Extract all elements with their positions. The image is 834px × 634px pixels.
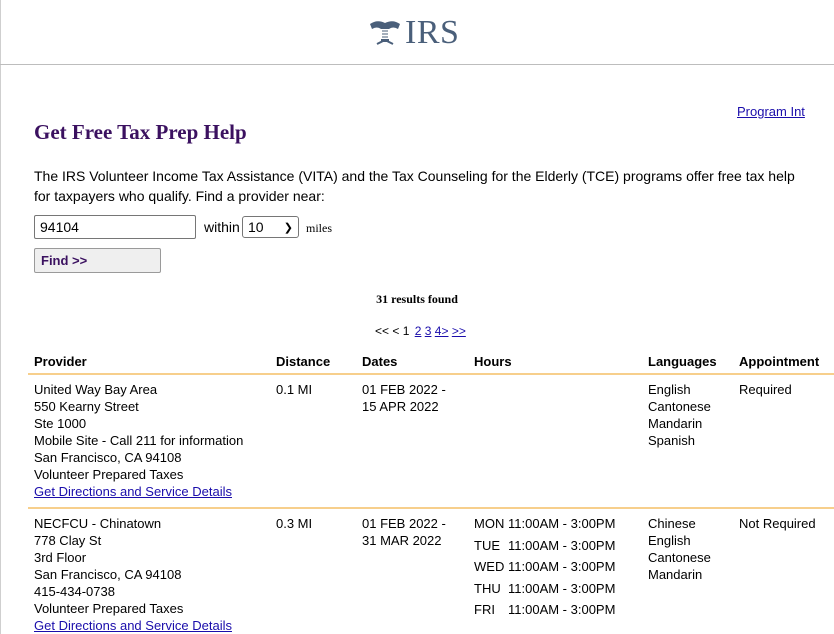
- distance-value: 0.1 MI: [276, 382, 313, 397]
- appointment-value: Not Required: [739, 516, 816, 531]
- column-header-hours: Hours: [474, 354, 512, 369]
- hours-day: TUE: [474, 537, 500, 553]
- hours-time: 11:00AM - 3:00PM: [508, 602, 616, 618]
- pagination-prev: << < 1: [375, 324, 410, 338]
- zip-code-input[interactable]: [34, 215, 196, 239]
- program-info-link[interactable]: Program Int: [737, 104, 805, 119]
- hours-time: 11:00AM - 3:00PM: [508, 516, 616, 532]
- table-row-divider: [28, 507, 834, 509]
- next-page-link[interactable]: >: [441, 324, 448, 338]
- column-header-appointment: Appointment: [739, 354, 820, 369]
- language-item: Chinese: [648, 516, 696, 531]
- languages-list: Chinese English Cantonese Mandarin: [648, 515, 711, 583]
- hours-day: MON: [474, 516, 505, 532]
- date-end: 15 APR 2022: [362, 399, 439, 414]
- language-item: Mandarin: [648, 567, 703, 582]
- language-item: English: [648, 533, 691, 548]
- provider-name: United Way Bay Area: [34, 382, 158, 397]
- last-page-link[interactable]: >>: [452, 324, 466, 338]
- hours-row: THU 11:00AM - 3:00PM: [474, 578, 615, 600]
- hours-list: MON 11:00AM - 3:00PM TUE 11:00AM - 3:00PM …: [474, 513, 615, 621]
- provider-address-line: Ste 1000: [34, 416, 87, 431]
- hours-day: WED: [474, 559, 505, 575]
- column-header-languages: Languages: [648, 354, 717, 369]
- irs-logo-text: IRS: [405, 14, 460, 51]
- provider-service: Volunteer Prepared Taxes: [34, 467, 184, 482]
- find-button[interactable]: Find >>: [34, 248, 161, 273]
- dates-value: 01 FEB 2022 - 15 APR 2022: [362, 381, 446, 415]
- within-label: within: [204, 219, 240, 235]
- column-header-provider: Provider: [34, 354, 87, 369]
- irs-logo[interactable]: IRS: [368, 16, 459, 50]
- hours-time: 11:00AM - 3:00PM: [508, 580, 616, 596]
- directions-link[interactable]: Get Directions and Service Details: [34, 484, 232, 499]
- provider-address-line: 3rd Floor: [34, 550, 87, 565]
- language-item: English: [648, 382, 691, 397]
- intro-line-1: The IRS Volunteer Income Tax Assistance …: [34, 168, 795, 184]
- column-header-dates: Dates: [362, 354, 398, 369]
- language-item: Mandarin: [648, 416, 703, 431]
- hours-time: 11:00AM - 3:00PM: [508, 537, 616, 553]
- irs-eagle-emblem-icon: [370, 21, 400, 45]
- table-row-divider: [28, 373, 834, 375]
- radius-select[interactable]: 10 ❯: [242, 216, 299, 238]
- hours-day: THU: [474, 580, 501, 596]
- provider-details: United Way Bay Area 550 Kearny Street St…: [34, 381, 243, 500]
- provider-city: San Francisco, CA 94108: [34, 567, 182, 582]
- provider-address-line: 778 Clay St: [34, 533, 102, 548]
- page-link-2[interactable]: 2: [415, 324, 422, 338]
- provider-note: Mobile Site - Call 211 for information: [34, 433, 244, 448]
- intro-text: The IRS Volunteer Income Tax Assistance …: [34, 166, 834, 206]
- hours-row: TUE 11:00AM - 3:00PM: [474, 535, 615, 557]
- languages-list: English Cantonese Mandarin Spanish: [648, 381, 711, 449]
- page-title: Get Free Tax Prep Help: [34, 120, 247, 144]
- distance-value: 0.3 MI: [276, 516, 313, 531]
- date-end: 31 MAR 2022: [362, 533, 442, 548]
- provider-address-line: 550 Kearny Street: [34, 399, 139, 414]
- pagination: << < 1 2 3 4> >>: [375, 324, 466, 338]
- hours-time: 11:00AM - 3:00PM: [508, 559, 616, 575]
- directions-link[interactable]: Get Directions and Service Details: [34, 618, 232, 633]
- hours-day: FRI: [474, 602, 495, 618]
- site-header: IRS: [0, 0, 834, 65]
- miles-label: miles: [306, 221, 332, 235]
- provider-service: Volunteer Prepared Taxes: [34, 601, 184, 616]
- date-start: 01 FEB 2022 -: [362, 382, 446, 397]
- page-link-3[interactable]: 3: [425, 324, 432, 338]
- hours-row: WED 11:00AM - 3:00PM: [474, 556, 615, 578]
- provider-phone: 415-434-0738: [34, 584, 115, 599]
- language-item: Cantonese: [648, 550, 711, 565]
- radius-value: 10: [248, 219, 264, 235]
- intro-line-2: for taxpayers who qualify. Find a provid…: [34, 188, 325, 204]
- chevron-down-icon: ❯: [283, 221, 293, 234]
- column-header-distance: Distance: [276, 354, 331, 369]
- date-start: 01 FEB 2022 -: [362, 516, 446, 531]
- provider-city: San Francisco, CA 94108: [34, 450, 182, 465]
- dates-value: 01 FEB 2022 - 31 MAR 2022: [362, 515, 446, 549]
- appointment-value: Required: [739, 382, 792, 397]
- language-item: Spanish: [648, 433, 695, 448]
- language-item: Cantonese: [648, 399, 711, 414]
- provider-name: NECFCU - Chinatown: [34, 516, 162, 531]
- results-count: 31 results found: [376, 292, 458, 306]
- provider-details: NECFCU - Chinatown 778 Clay St 3rd Floor…: [34, 515, 232, 634]
- hours-row: FRI 11:00AM - 3:00PM: [474, 599, 615, 621]
- hours-row: MON 11:00AM - 3:00PM: [474, 513, 615, 535]
